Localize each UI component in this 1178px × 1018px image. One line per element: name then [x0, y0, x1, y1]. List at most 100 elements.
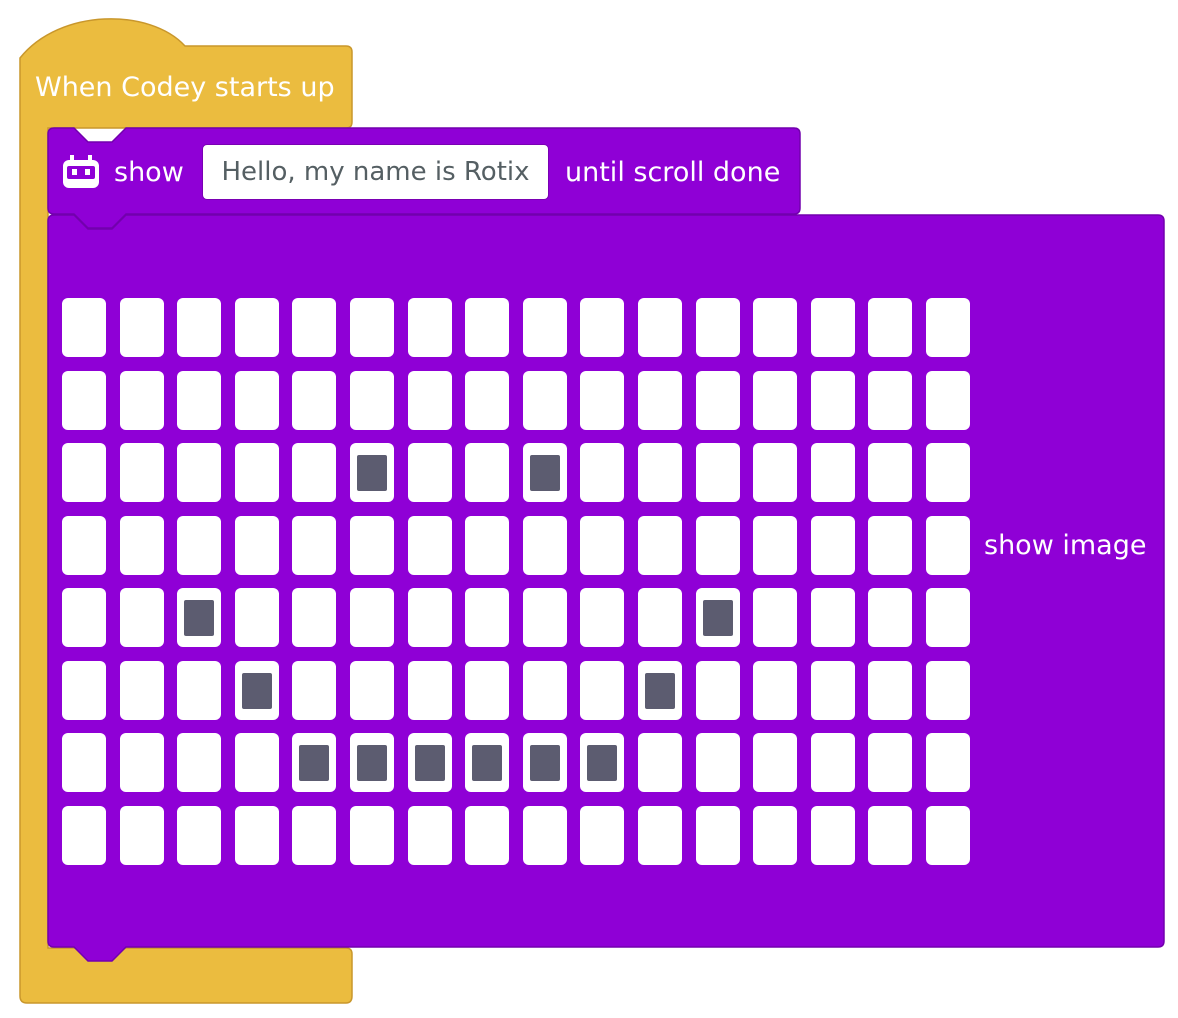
led-pixel[interactable] [177, 370, 222, 430]
led-pixel[interactable] [638, 515, 682, 575]
led-pixel[interactable] [753, 733, 798, 792]
led-pixel[interactable] [695, 370, 740, 430]
led-pixel[interactable] [753, 588, 798, 647]
led-pixel[interactable] [926, 588, 970, 647]
led-pixel[interactable] [868, 805, 913, 865]
led-pixel[interactable] [695, 733, 740, 792]
led-pixel[interactable] [292, 588, 337, 647]
led-pixel[interactable] [580, 660, 625, 720]
led-pixel[interactable] [292, 660, 337, 720]
led-pixel[interactable] [62, 298, 106, 357]
led-pixel[interactable] [62, 660, 106, 720]
led-pixel[interactable] [119, 298, 164, 357]
led-pixel[interactable] [62, 515, 106, 575]
led-pixel[interactable] [810, 515, 855, 575]
led-pixel[interactable] [695, 443, 740, 502]
led-pixel[interactable] [407, 515, 452, 575]
led-pixel[interactable] [465, 660, 510, 720]
led-pixel[interactable] [350, 443, 394, 502]
led-pixel[interactable] [753, 443, 798, 502]
led-pixel[interactable] [119, 515, 164, 575]
led-pixel[interactable] [177, 805, 222, 865]
led-pixel[interactable] [292, 515, 337, 575]
led-pixel[interactable] [580, 443, 625, 502]
led-pixel[interactable] [62, 805, 106, 865]
led-pixel[interactable] [522, 660, 567, 720]
led-pixel[interactable] [119, 443, 164, 502]
led-pixel[interactable] [234, 370, 279, 430]
led-pixel[interactable] [753, 515, 798, 575]
scroll-text-input[interactable]: Hello, my name is Rotix [202, 144, 549, 200]
led-pixel[interactable] [926, 733, 970, 792]
led-pixel[interactable] [695, 588, 740, 647]
led-pixel[interactable] [580, 370, 625, 430]
led-pixel[interactable] [580, 733, 625, 792]
led-pixel[interactable] [350, 588, 394, 647]
led-pixel[interactable] [522, 370, 567, 430]
led-pixel[interactable] [753, 370, 798, 430]
led-pixel[interactable] [522, 443, 567, 502]
led-pixel[interactable] [292, 805, 337, 865]
led-pixel[interactable] [350, 515, 394, 575]
led-pixel[interactable] [810, 443, 855, 502]
led-pixel[interactable] [868, 298, 913, 357]
led-pixel[interactable] [638, 588, 682, 647]
led-pixel[interactable] [177, 588, 222, 647]
led-pixel[interactable] [62, 733, 106, 792]
led-pixel[interactable] [119, 733, 164, 792]
led-pixel[interactable] [407, 733, 452, 792]
led-pixel[interactable] [868, 588, 913, 647]
led-pixel[interactable] [177, 515, 222, 575]
led-pixel[interactable] [350, 370, 394, 430]
led-pixel[interactable] [868, 515, 913, 575]
led-pixel[interactable] [62, 443, 106, 502]
led-pixel[interactable] [407, 370, 452, 430]
led-pixel[interactable] [810, 660, 855, 720]
led-pixel[interactable] [234, 443, 279, 502]
led-pixel[interactable] [580, 298, 625, 357]
led-pixel[interactable] [638, 298, 682, 357]
led-pixel[interactable] [234, 660, 279, 720]
led-pixel[interactable] [234, 515, 279, 575]
led-pixel[interactable] [810, 588, 855, 647]
led-pixel[interactable] [580, 515, 625, 575]
led-pixel[interactable] [926, 370, 970, 430]
led-pixel[interactable] [638, 805, 682, 865]
led-pixel[interactable] [868, 370, 913, 430]
led-pixel[interactable] [292, 733, 337, 792]
led-pixel[interactable] [753, 298, 798, 357]
led-pixel[interactable] [695, 660, 740, 720]
led-pixel[interactable] [292, 298, 337, 357]
led-pixel[interactable] [292, 443, 337, 502]
led-pixel[interactable] [810, 370, 855, 430]
led-pixel[interactable] [177, 733, 222, 792]
led-pixel[interactable] [465, 733, 510, 792]
led-pixel[interactable] [638, 443, 682, 502]
led-pixel[interactable] [695, 515, 740, 575]
led-pixel[interactable] [177, 298, 222, 357]
led-pixel[interactable] [926, 298, 970, 357]
led-pixel[interactable] [350, 733, 394, 792]
led-pixel[interactable] [62, 588, 106, 647]
led-pixel[interactable] [810, 733, 855, 792]
led-pixel[interactable] [926, 443, 970, 502]
led-pixel[interactable] [62, 370, 106, 430]
led-pixel[interactable] [465, 298, 510, 357]
led-pixel[interactable] [522, 588, 567, 647]
led-pixel[interactable] [407, 805, 452, 865]
led-pixel[interactable] [465, 515, 510, 575]
led-pixel[interactable] [638, 660, 682, 720]
led-pixel[interactable] [580, 588, 625, 647]
led-pixel[interactable] [234, 733, 279, 792]
led-pixel[interactable] [522, 298, 567, 357]
led-pixel[interactable] [350, 298, 394, 357]
led-pixel[interactable] [465, 588, 510, 647]
led-pixel[interactable] [868, 733, 913, 792]
led-pixel[interactable] [407, 660, 452, 720]
led-pixel[interactable] [234, 298, 279, 357]
led-pixel[interactable] [868, 660, 913, 720]
led-pixel[interactable] [753, 805, 798, 865]
led-pixel[interactable] [119, 805, 164, 865]
led-pixel[interactable] [177, 660, 222, 720]
led-pixel[interactable] [926, 515, 970, 575]
